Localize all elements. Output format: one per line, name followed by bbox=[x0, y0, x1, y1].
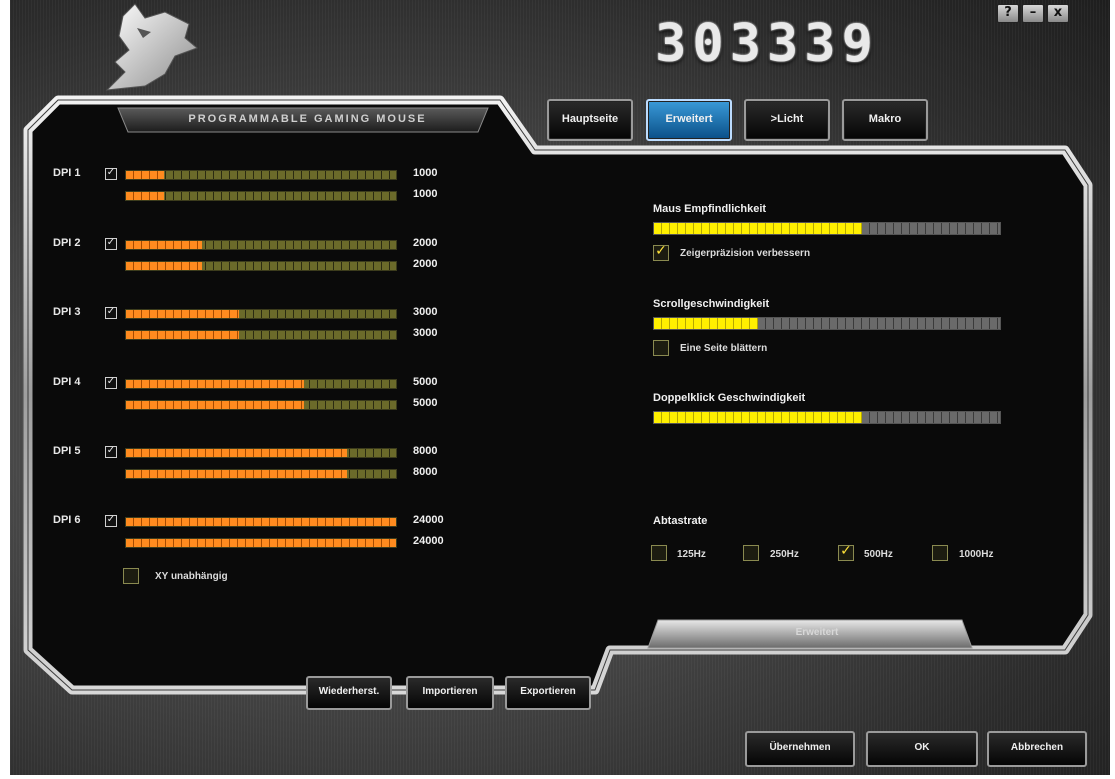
polling-1000-label: 1000Hz bbox=[959, 549, 994, 560]
polling-250-label: 250Hz bbox=[770, 549, 799, 560]
xy-independent-label: XY unabhängig bbox=[155, 571, 228, 582]
pointer-precision-label: Zeigerpräzision verbessern bbox=[680, 248, 811, 259]
ok-button[interactable]: OK bbox=[866, 731, 978, 767]
dpi-label: DPI 2 bbox=[53, 237, 81, 249]
dpi-x-slider[interactable] bbox=[125, 170, 397, 180]
dpi-label: DPI 4 bbox=[53, 376, 81, 388]
import-button[interactable]: Importieren bbox=[406, 676, 494, 710]
dpi-x-slider[interactable] bbox=[125, 309, 397, 319]
dpi-y-value: 1000 bbox=[413, 188, 438, 200]
dpi-x-value: 2000 bbox=[413, 237, 438, 249]
dpi-enable-checkbox[interactable]: ✓ bbox=[105, 237, 117, 250]
dpi-y-slider[interactable] bbox=[125, 538, 397, 548]
dpi-x-value: 5000 bbox=[413, 376, 438, 388]
dpi-label: DPI 1 bbox=[53, 167, 81, 179]
dpi-y-slider[interactable] bbox=[125, 191, 397, 201]
restore-button[interactable]: Wiederherst. bbox=[306, 676, 392, 710]
app-window: ? – x 303339 PROGRAMMABLE GAMING MOUSE E… bbox=[10, 0, 1110, 775]
scroll-page-checkbox[interactable]: ✓ bbox=[653, 340, 669, 356]
dpi-x-value: 8000 bbox=[413, 445, 438, 457]
double-click-label: Doppelklick Geschwindigkeit bbox=[653, 392, 806, 404]
dpi-y-value: 3000 bbox=[413, 327, 438, 339]
tab-licht[interactable]: >Licht bbox=[744, 99, 830, 141]
dpi-y-slider[interactable] bbox=[125, 330, 397, 340]
dpi-enable-checkbox[interactable]: ✓ bbox=[105, 376, 117, 389]
dpi-x-slider[interactable] bbox=[125, 448, 397, 458]
subtab-label: Erweitert bbox=[795, 627, 839, 638]
polling-125-checkbox[interactable]: ✓ bbox=[651, 545, 667, 561]
dpi-label: DPI 3 bbox=[53, 306, 81, 318]
dpi-enable-checkbox[interactable]: ✓ bbox=[105, 445, 117, 458]
scroll-speed-label: Scrollgeschwindigkeit bbox=[653, 298, 770, 310]
double-click-slider[interactable] bbox=[653, 411, 1001, 424]
dpi-x-value: 1000 bbox=[413, 167, 438, 179]
dpi-label: DPI 6 bbox=[53, 514, 81, 526]
dpi-enable-checkbox[interactable]: ✓ bbox=[105, 514, 117, 527]
dpi-x-value: 24000 bbox=[413, 514, 444, 526]
polling-1000-checkbox[interactable]: ✓ bbox=[932, 545, 948, 561]
scroll-page-label: Eine Seite blättern bbox=[680, 343, 768, 354]
dpi-x-slider[interactable] bbox=[125, 240, 397, 250]
dpi-x-slider[interactable] bbox=[125, 517, 397, 527]
dpi-x-slider[interactable] bbox=[125, 379, 397, 389]
tab-hauptseite[interactable]: Hauptseite bbox=[547, 99, 633, 141]
dpi-y-slider[interactable] bbox=[125, 469, 397, 479]
sensitivity-slider[interactable] bbox=[653, 222, 1001, 235]
tab-makro[interactable]: Makro bbox=[842, 99, 928, 141]
polling-500-checkbox[interactable]: ✓ bbox=[838, 543, 854, 561]
dpi-y-value: 24000 bbox=[413, 535, 444, 547]
export-button[interactable]: Exportieren bbox=[505, 676, 591, 710]
pointer-precision-checkbox[interactable]: ✓ bbox=[653, 243, 669, 261]
scroll-speed-slider[interactable] bbox=[653, 317, 1001, 330]
polling-250-checkbox[interactable]: ✓ bbox=[743, 545, 759, 561]
polling-125-label: 125Hz bbox=[677, 549, 706, 560]
dpi-label: DPI 5 bbox=[53, 445, 81, 457]
xy-independent-checkbox[interactable]: ✓ bbox=[123, 568, 139, 584]
sensitivity-label: Maus Empfindlichkeit bbox=[653, 203, 767, 215]
dpi-y-value: 8000 bbox=[413, 466, 438, 478]
polling-rate-label: Abtastrate bbox=[653, 515, 708, 527]
dpi-enable-checkbox[interactable]: ✓ bbox=[105, 306, 117, 319]
dpi-y-value: 2000 bbox=[413, 258, 438, 270]
dpi-enable-checkbox[interactable]: ✓ bbox=[105, 167, 117, 180]
dpi-y-value: 5000 bbox=[413, 397, 438, 409]
panel-title: PROGRAMMABLE GAMING MOUSE bbox=[188, 113, 427, 125]
dpi-y-slider[interactable] bbox=[125, 261, 397, 271]
cancel-button[interactable]: Abbrechen bbox=[987, 731, 1087, 767]
apply-button[interactable]: Übernehmen bbox=[745, 731, 855, 767]
tab-erweitert[interactable]: Erweitert bbox=[646, 99, 732, 141]
polling-500-label: 500Hz bbox=[864, 549, 893, 560]
dpi-x-value: 3000 bbox=[413, 306, 438, 318]
dpi-y-slider[interactable] bbox=[125, 400, 397, 410]
